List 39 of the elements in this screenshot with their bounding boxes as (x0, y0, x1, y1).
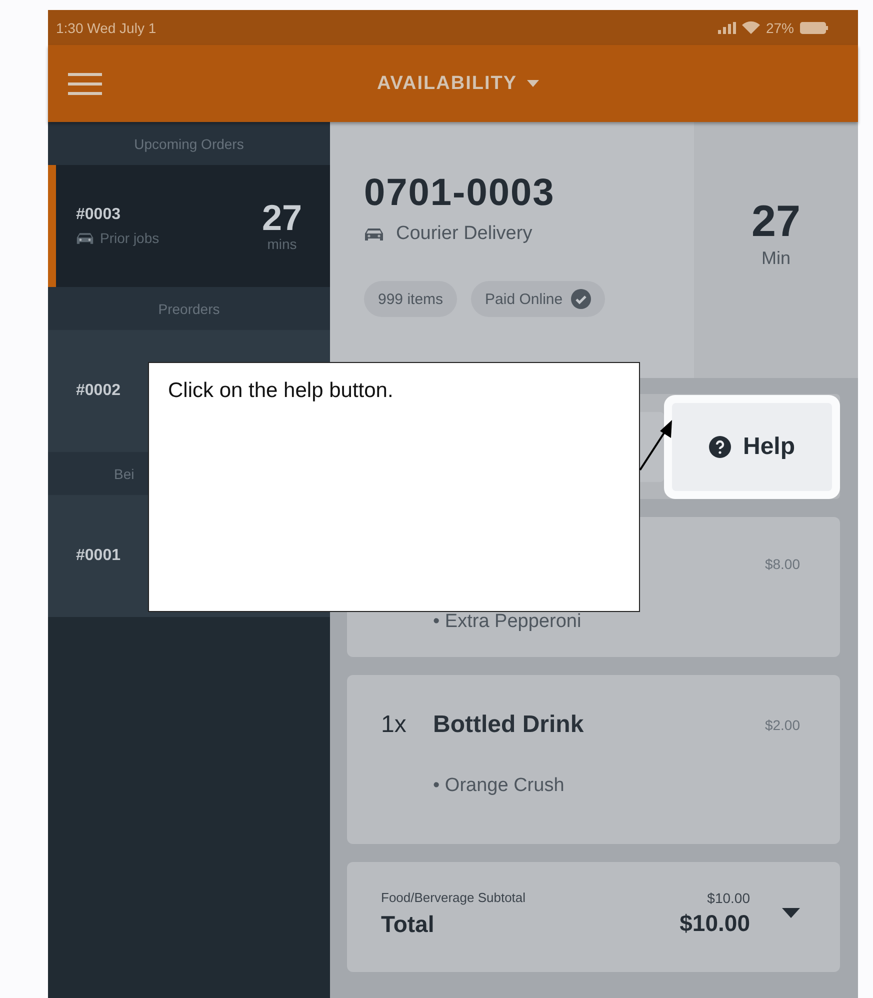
subtotal-label: Food/Berverage Subtotal (381, 890, 527, 905)
help-icon (708, 436, 731, 458)
chip-label: 999 items (378, 290, 444, 308)
delivery-type: Courier Delivery (396, 223, 532, 245)
chip-label: Paid Online (485, 290, 563, 308)
status-time: 1:30 Wed July 1 (56, 20, 156, 36)
wifi-icon (742, 21, 760, 34)
total-amount: $10.00 (680, 910, 750, 937)
help-button[interactable]: Help (672, 402, 832, 490)
item-modifier: • Extra Pepperoni (433, 611, 582, 632)
expand-caret-icon[interactable] (782, 908, 800, 918)
battery-percent: 27% (766, 20, 794, 36)
menu-icon[interactable] (68, 72, 102, 94)
pointer-arrow (639, 420, 672, 471)
item-price: $2.00 (764, 717, 800, 733)
item-price: $8.00 (764, 556, 800, 572)
car-icon (76, 232, 94, 244)
order-type: Prior jobs (100, 230, 160, 246)
total-label: Total (381, 911, 436, 938)
time-unit: Min (761, 248, 790, 269)
subtotal-amount: $10.00 (707, 890, 750, 906)
section-header: Preorders (158, 300, 220, 316)
order-number: #0003 (76, 206, 120, 224)
section-header: Bei (114, 466, 134, 482)
item-modifier: • Orange Crush (433, 775, 564, 796)
dropdown-caret-icon[interactable] (527, 80, 540, 87)
minutes-unit: mins (267, 236, 297, 252)
order-title: 0701-0003 (364, 172, 556, 215)
battery-icon (800, 22, 828, 34)
signal-icon (718, 22, 736, 34)
item-name: Bottled Drink (433, 711, 584, 738)
order-number: #0002 (76, 382, 120, 400)
car-icon (364, 226, 384, 242)
time-value: 27 (752, 200, 800, 244)
item-quantity: 1x (381, 711, 406, 738)
order-number: #0001 (76, 547, 120, 565)
section-header: Upcoming Orders (134, 136, 244, 152)
order-item[interactable]: #0003 Prior jobs 27 mins (48, 165, 330, 287)
order-minutes: 27 (262, 200, 302, 236)
